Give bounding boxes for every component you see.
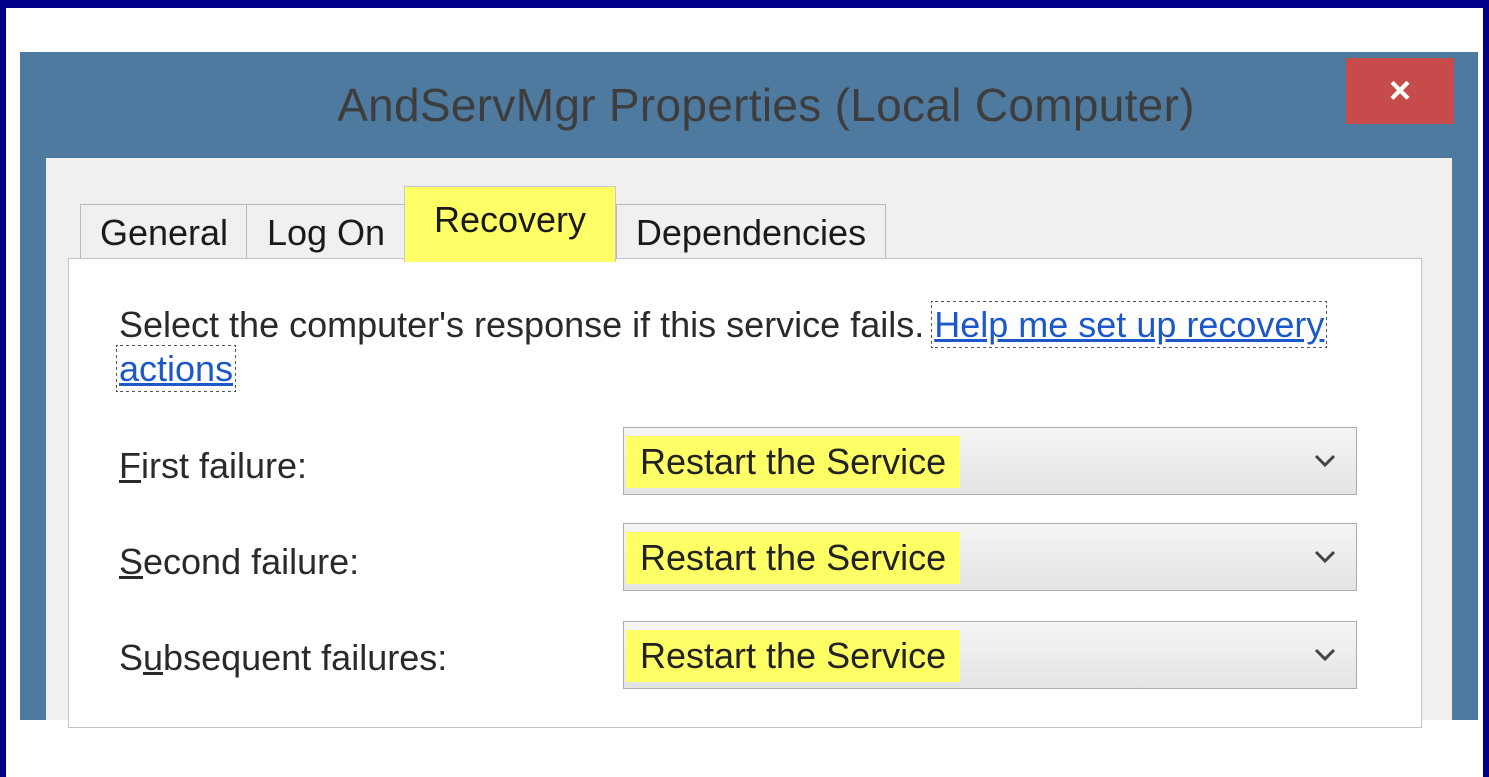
tab-dependencies[interactable]: Dependencies	[616, 204, 886, 260]
dialog-title: AndServMgr Properties (Local Computer)	[337, 79, 1195, 131]
chevron-down-icon	[1314, 648, 1336, 662]
first-failure-select[interactable]: Restart the Service	[623, 427, 1357, 495]
tab-general[interactable]: General	[80, 204, 248, 260]
label-text: Subsequent failures:	[119, 637, 448, 678]
slide-border-top	[0, 0, 1489, 8]
tab-label: Log On	[266, 212, 386, 253]
description-text: Select the computer's response if this s…	[119, 304, 925, 345]
properties-dialog: AndServMgr Properties (Local Computer) ×…	[20, 52, 1478, 728]
close-button[interactable]: ×	[1346, 58, 1454, 124]
close-icon: ×	[1388, 69, 1412, 112]
label-text: Second failure:	[119, 541, 360, 582]
label-text: First failure:	[119, 445, 308, 486]
tab-label: General	[99, 212, 229, 253]
tab-label: Recovery	[433, 199, 587, 240]
recovery-tab-panel: Select the computer's response if this s…	[68, 258, 1422, 728]
subsequent-failures-select[interactable]: Restart the Service	[623, 621, 1357, 689]
dialog-client-area: General Log On Recovery Dependencies Sel…	[46, 158, 1452, 728]
first-failure-label: First failure:	[119, 445, 307, 487]
chevron-down-icon	[1314, 454, 1336, 468]
subsequent-failures-label: Subsequent failures:	[119, 637, 447, 679]
tab-recovery[interactable]: Recovery	[404, 186, 616, 262]
chevron-down-icon	[1314, 550, 1336, 564]
tab-label: Dependencies	[635, 212, 867, 253]
slide-border-left	[0, 0, 6, 777]
selected-value: Restart the Service	[626, 630, 961, 682]
selected-value: Restart the Service	[626, 532, 961, 584]
title-bar[interactable]: AndServMgr Properties (Local Computer) ×	[20, 52, 1478, 156]
selected-value: Restart the Service	[626, 436, 961, 488]
second-failure-select[interactable]: Restart the Service	[623, 523, 1357, 591]
second-failure-label: Second failure:	[119, 541, 359, 583]
tab-log-on[interactable]: Log On	[246, 204, 406, 260]
recovery-description: Select the computer's response if this s…	[115, 301, 1359, 392]
